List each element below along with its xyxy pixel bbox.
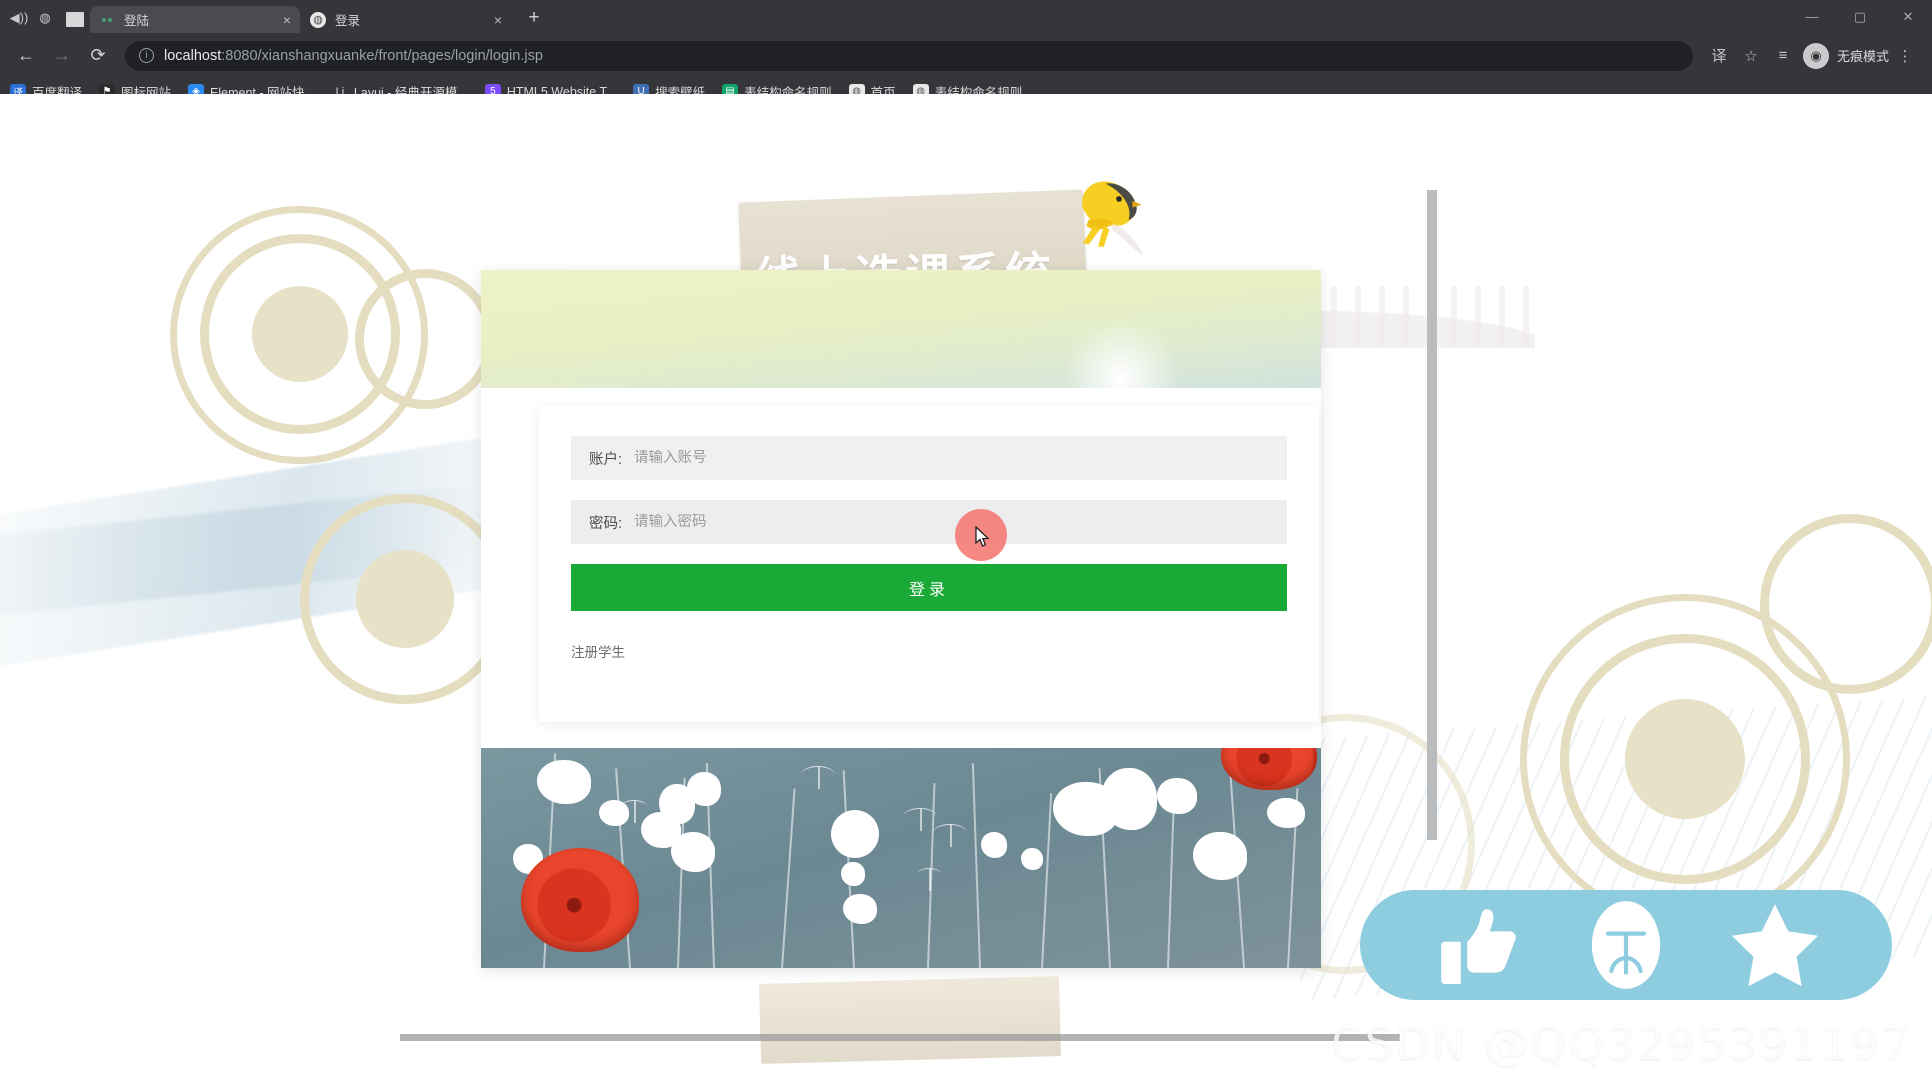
tab-1[interactable]: ◍ 登录 × (301, 6, 511, 33)
forward-icon[interactable]: → (47, 41, 77, 71)
collections-icon[interactable]: ≡ (1767, 41, 1799, 71)
window-controls: — ▢ ✕ (1788, 0, 1932, 33)
footer-decoration (400, 972, 1400, 1072)
mouse-cursor-icon (975, 526, 990, 547)
card-header (481, 270, 1321, 388)
maximize-button[interactable]: ▢ (1836, 0, 1884, 33)
watermark-text: CSDN @QQ3295391197 (1331, 1017, 1912, 1070)
account-label: 账户: (589, 451, 623, 468)
address-bar-url: localhost:8080/xianshangxuanke/front/pag… (164, 48, 543, 64)
login-form: 账户: 密码: 登录 注册学生 (539, 406, 1319, 722)
navigation-bar: ← → ⟳ i localhost:8080/xianshangxuanke/f… (0, 33, 1932, 78)
address-bar[interactable]: i localhost:8080/xianshangxuanke/front/p… (125, 40, 1693, 71)
password-field[interactable]: 密码: (571, 500, 1287, 544)
umbrella-icon[interactable] (1574, 893, 1678, 997)
site-info-icon[interactable]: i (139, 48, 154, 63)
tab-0-close-icon[interactable]: × (283, 13, 291, 27)
tab-1-close-icon[interactable]: × (494, 13, 502, 27)
tab-0-label: 登陆 (124, 14, 150, 28)
bird-icon (1082, 181, 1144, 257)
thumbs-up-icon[interactable] (1425, 893, 1529, 997)
incognito-label: 无痕模式 (1836, 49, 1889, 64)
account-field[interactable]: 账户: (571, 436, 1287, 480)
media-control-icon[interactable]: ◀)) (9, 8, 29, 28)
star-icon[interactable] (1723, 893, 1827, 997)
tab-1-label: 登录 (335, 14, 361, 28)
incognito-indicator[interactable]: ◉ 无痕模式 (1802, 42, 1889, 69)
reload-icon[interactable]: ⟳ (83, 41, 113, 71)
profile-globe-icon[interactable]: ◍ (35, 8, 55, 28)
back-icon[interactable]: ← (11, 41, 41, 71)
account-input[interactable] (634, 450, 1269, 466)
page-scrollbar[interactable] (1427, 190, 1437, 840)
login-card: 账户: 密码: 登录 注册学生 (481, 270, 1321, 968)
dots-icon (99, 12, 115, 28)
password-input[interactable] (634, 514, 1269, 530)
incognito-icon: ◉ (1802, 42, 1829, 69)
page-viewport: 线上选课系统 (0, 94, 1932, 1080)
new-tab-button[interactable]: + (521, 5, 547, 29)
url-path: :8080/xianshangxuanke/front/pages/login/… (221, 47, 543, 64)
tab-strip: ◀)) ◍ 登陆 × ◍ 登录 × + — ▢ ✕ (0, 0, 1932, 33)
login-button[interactable]: 登录 (571, 564, 1287, 611)
close-window-button[interactable]: ✕ (1884, 0, 1932, 33)
browser-window: ◀)) ◍ 登陆 × ◍ 登录 × + — ▢ ✕ ← → ⟳ i localh… (0, 0, 1932, 1080)
toolbar-actions: 译 ☆ ≡ ◉ 无痕模式 ⋮ (1703, 41, 1921, 71)
url-host: localhost (164, 47, 222, 64)
translate-icon[interactable]: 译 (1703, 41, 1735, 71)
tab-0[interactable]: 登陆 × (90, 6, 300, 33)
globe-icon: ◍ (310, 11, 326, 28)
minimize-button[interactable]: — (1788, 0, 1836, 33)
bookmark-star-icon[interactable]: ☆ (1735, 41, 1767, 71)
card-footer-image (481, 748, 1321, 968)
tab-search-icon[interactable] (66, 12, 84, 27)
browser-menu-icon[interactable]: ⋮ (1889, 41, 1921, 71)
register-student-link[interactable]: 注册学生 (571, 641, 625, 661)
floating-action-bar (1360, 890, 1892, 1000)
password-label: 密码: (589, 515, 623, 532)
